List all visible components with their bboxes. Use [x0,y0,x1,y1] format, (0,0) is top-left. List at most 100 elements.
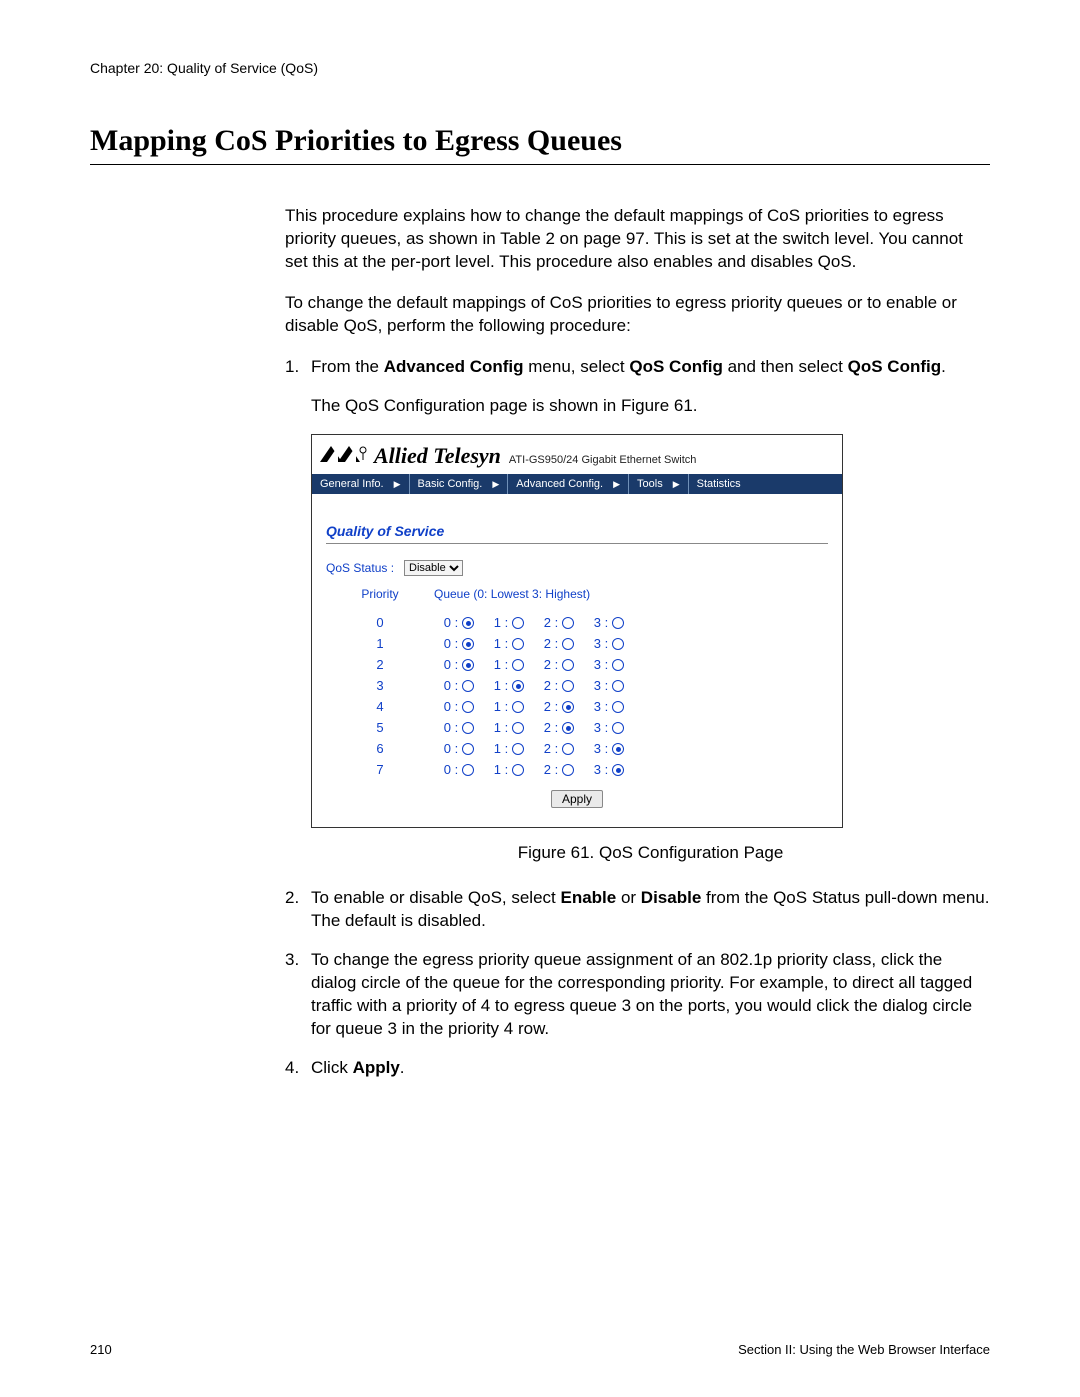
queue-radio[interactable] [612,722,624,734]
queue-cell: 2 : [534,740,584,758]
queue-label: 3 : [594,677,608,695]
queue-cell: 3 : [584,698,634,716]
queue-cell: 0 : [434,656,484,674]
priority-row: 60 :1 :2 :3 : [326,739,828,760]
queue-radio[interactable] [512,659,524,671]
queue-radio[interactable] [462,722,474,734]
step-number: 3. [285,949,311,1041]
queue-radio[interactable] [512,722,524,734]
queue-label: 2 : [544,677,558,695]
queue-cell: 3 : [584,761,634,779]
queue-label: 3 : [594,698,608,716]
apply-button[interactable]: Apply [551,790,603,808]
queue-label: 2 : [544,761,558,779]
intro-paragraph-2: To change the default mappings of CoS pr… [285,292,990,338]
queue-label: 3 : [594,635,608,653]
queue-radio[interactable] [462,617,474,629]
queue-cell: 3 : [584,656,634,674]
priority-row: 40 :1 : 2 : 3 : [326,697,828,718]
priority-table: 00 :1 :2 :3 :10 :1 :2 :3 :20 :1 :2 :3 :3… [326,613,828,781]
queue-cell: 1 : [484,761,534,779]
queue-cell: 0 : [434,698,484,716]
qos-status-select[interactable]: Disable [404,560,463,576]
queue-radio[interactable] [562,680,574,692]
chevron-right-icon: ▶ [492,478,499,490]
priority-value: 7 [326,761,434,779]
nav-advanced-config[interactable]: Advanced Config.▶ [508,474,629,494]
queue-radio[interactable] [462,743,474,755]
queue-cell: 1 : [484,677,534,695]
queue-radio[interactable] [512,764,524,776]
queue-radio[interactable] [512,743,524,755]
queue-label: 0 : [444,635,458,653]
section-label: Section II: Using the Web Browser Interf… [738,1342,990,1357]
queue-cell: 0 : [434,761,484,779]
queue-radio[interactable] [562,638,574,650]
queue-radio[interactable] [562,722,574,734]
nav-tools[interactable]: Tools▶ [629,474,689,494]
queue-label: 1 : [494,677,508,695]
queue-radio[interactable] [562,743,574,755]
queue-radio[interactable] [462,659,474,671]
queue-radio[interactable] [612,701,624,713]
priority-value: 1 [326,635,434,653]
priority-row: 70 : 1 : 2 : 3 : [326,760,828,781]
chevron-right-icon: ▶ [673,478,680,490]
queue-cell: 3 : [584,719,634,737]
page-number: 210 [90,1342,112,1357]
nav-label: General Info. [320,477,384,492]
step-2-text: or [616,888,641,907]
queue-label: 2 : [544,635,558,653]
queue-radio[interactable] [562,659,574,671]
queue-label: 2 : [544,614,558,632]
queue-label: 1 : [494,719,508,737]
queue-radio[interactable] [562,701,574,713]
queue-radio[interactable] [462,680,474,692]
step-4: 4. Click Apply. [285,1057,990,1080]
queue-cell: 1 : [484,698,534,716]
queue-radio[interactable] [612,743,624,755]
queue-radio[interactable] [612,764,624,776]
figure-61: Allied Telesyn ATI-GS950/24 Gigabit Ethe… [311,434,990,829]
queue-radio[interactable] [512,680,524,692]
chevron-right-icon: ▶ [394,478,401,490]
queue-cell: 0 : [434,635,484,653]
queue-label: 2 : [544,698,558,716]
queue-radio[interactable] [462,764,474,776]
queue-label: 1 : [494,761,508,779]
queue-radio[interactable] [512,638,524,650]
priority-value: 2 [326,656,434,674]
queue-radio[interactable] [462,638,474,650]
queue-cell: 1 : [484,656,534,674]
queue-radio[interactable] [562,617,574,629]
nav-basic-config[interactable]: Basic Config.▶ [410,474,509,494]
queue-label: 1 : [494,635,508,653]
nav-label: Advanced Config. [516,477,603,492]
queue-radio[interactable] [612,617,624,629]
queue-label: 1 : [494,656,508,674]
brand-bar: Allied Telesyn ATI-GS950/24 Gigabit Ethe… [312,435,842,475]
queue-radio[interactable] [612,680,624,692]
queue-label: 2 : [544,740,558,758]
queue-cell: 1 : [484,740,534,758]
queue-radio[interactable] [612,659,624,671]
queue-label: 2 : [544,656,558,674]
qos-status-label: QoS Status : [326,560,394,576]
queue-cell: 3 : [584,635,634,653]
priority-value: 4 [326,698,434,716]
queue-cell: 0 : [434,614,484,632]
queue-label: 3 : [594,761,608,779]
queue-cell: 0 : [434,740,484,758]
queue-radio[interactable] [612,638,624,650]
queue-label: 0 : [444,677,458,695]
col-header-priority: Priority [326,586,434,602]
queue-radio[interactable] [562,764,574,776]
nav-statistics[interactable]: Statistics [689,474,842,494]
queue-radio[interactable] [512,617,524,629]
queue-cell: 3 : [584,740,634,758]
queue-radio[interactable] [462,701,474,713]
queue-radio[interactable] [512,701,524,713]
nav-general-info[interactable]: General Info. ▶ [312,474,410,494]
nav-bar: General Info. ▶ Basic Config.▶ Advanced C… [312,474,842,494]
step-1-bold-1: Advanced Config [384,357,524,376]
